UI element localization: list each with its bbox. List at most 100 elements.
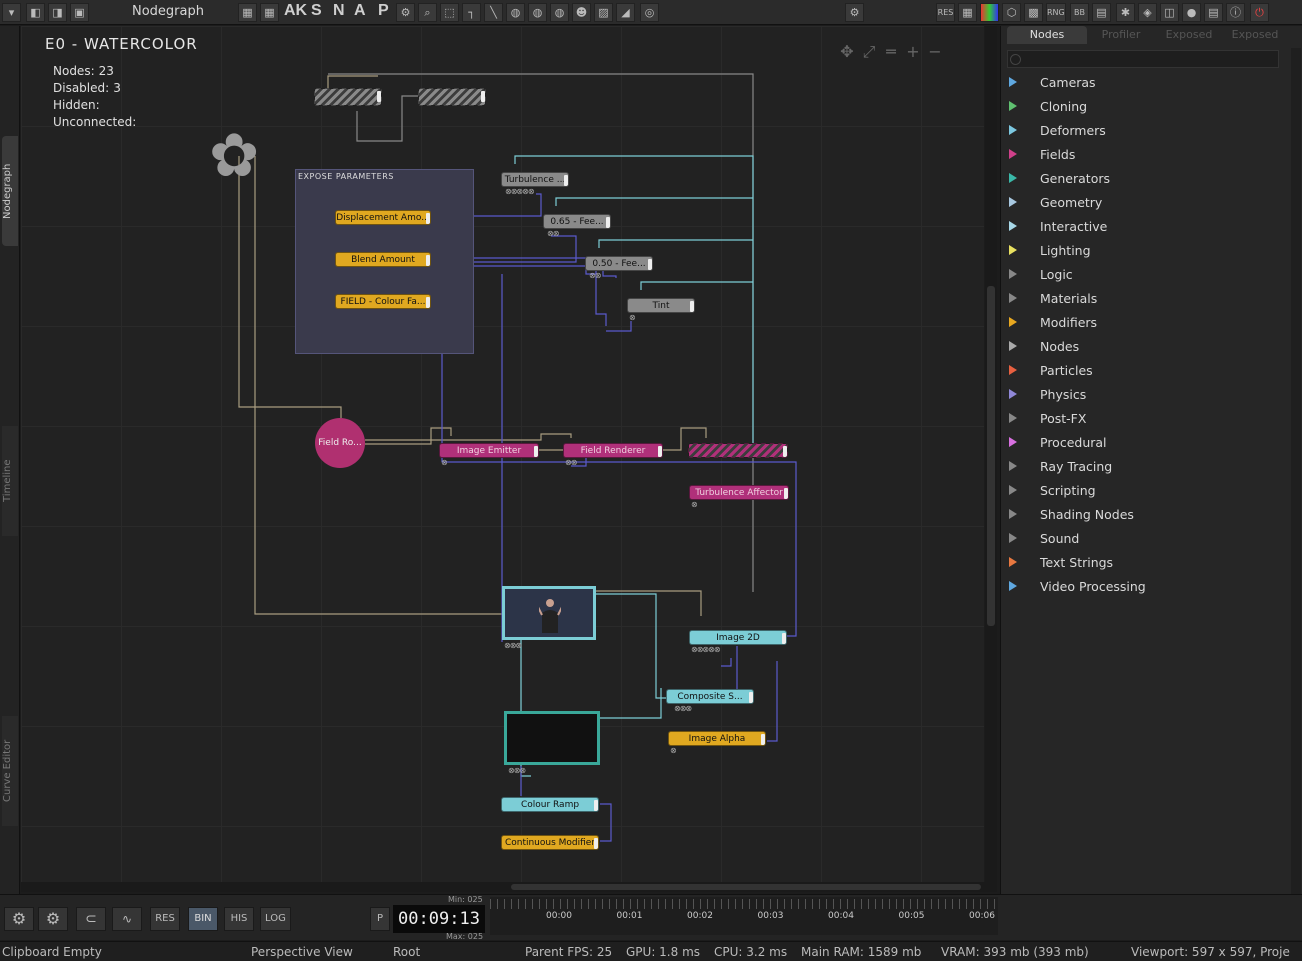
grid-icon[interactable]: ▦: [238, 3, 257, 22]
align-icon[interactable]: ═: [881, 42, 901, 61]
node-image-alpha[interactable]: Image Alpha: [668, 731, 766, 746]
toolbar-letter-s[interactable]: S: [311, 2, 322, 20]
root-gear-icon[interactable]: ✿: [209, 126, 259, 186]
category-cloning[interactable]: Cloning: [1001, 96, 1291, 118]
node-turbulence[interactable]: Turbulence ...: [501, 172, 569, 187]
scroll-thumb[interactable]: [511, 884, 981, 890]
expand-triangle-icon[interactable]: [1009, 125, 1017, 135]
lasso-icon[interactable]: ⌕: [418, 3, 437, 22]
tab-profiler[interactable]: Profiler: [1089, 26, 1153, 44]
toolbar-letter-n[interactable]: N: [333, 2, 345, 20]
advanced-settings-icon[interactable]: ⚙: [38, 907, 68, 931]
node-field-colour[interactable]: FIELD - Colour Fa...: [335, 294, 431, 309]
target-icon[interactable]: ◎: [640, 3, 659, 22]
waveform-icon[interactable]: ∿: [112, 907, 142, 931]
expand-triangle-icon[interactable]: [1009, 461, 1017, 471]
gear-icon[interactable]: ⚙: [396, 3, 415, 22]
colour-icon[interactable]: [980, 3, 999, 22]
category-procedural[interactable]: Procedural: [1001, 432, 1291, 454]
expand-triangle-icon[interactable]: [1009, 581, 1017, 591]
node-composite[interactable]: Composite S...: [666, 689, 754, 704]
res-bottom-button[interactable]: RES: [150, 907, 180, 931]
tab-nodegraph[interactable]: Nodegraph: [2, 136, 18, 246]
node-image-2d[interactable]: Image 2D: [689, 630, 787, 645]
node-video-thumbnail[interactable]: [502, 586, 596, 640]
node-tint[interactable]: Tint: [627, 298, 695, 313]
expand-triangle-icon[interactable]: [1009, 557, 1017, 567]
bb-button[interactable]: BB: [1070, 3, 1089, 22]
node-field-renderer[interactable]: Field Renderer: [563, 443, 663, 458]
node-blend-amount[interactable]: Blend Amount: [335, 252, 431, 267]
node-continuous-modifier[interactable]: Continuous Modifier: [501, 835, 599, 850]
box-icon[interactable]: ◈: [1138, 3, 1157, 22]
tab-nodes[interactable]: Nodes: [1007, 26, 1087, 44]
scroll-thumb[interactable]: [987, 286, 995, 626]
category-video-processing[interactable]: Video Processing: [1001, 576, 1291, 598]
node-field-ro[interactable]: Field Ro...: [315, 418, 365, 468]
play-button[interactable]: P: [370, 907, 390, 931]
disabled-pink-node[interactable]: [688, 443, 788, 458]
time-display[interactable]: 00:09:13: [393, 905, 485, 933]
hatch-icon[interactable]: ▨: [594, 3, 613, 22]
edit-icon[interactable]: ◢: [616, 3, 635, 22]
node-feedback-050[interactable]: 0.50 - Fee...: [585, 256, 653, 271]
expand-triangle-icon[interactable]: [1009, 437, 1017, 447]
expand-triangle-icon[interactable]: [1009, 197, 1017, 207]
tab-timeline[interactable]: Timeline: [2, 426, 18, 536]
his-button[interactable]: HIS: [224, 907, 254, 931]
category-generators[interactable]: Generators: [1001, 168, 1291, 190]
power-icon[interactable]: ⏻: [1250, 3, 1269, 22]
category-ray-tracing[interactable]: Ray Tracing: [1001, 456, 1291, 478]
category-logic[interactable]: Logic: [1001, 264, 1291, 286]
disabled-node[interactable]: [314, 88, 382, 106]
bin-icon[interactable]: ▤: [1092, 3, 1111, 22]
toolbar-letter-a[interactable]: A: [354, 2, 366, 20]
out-icon[interactable]: ◍: [528, 3, 547, 22]
expand-triangle-icon[interactable]: [1009, 365, 1017, 375]
in-icon[interactable]: ◍: [506, 3, 525, 22]
tab-curve-editor[interactable]: Curve Editor: [2, 716, 18, 826]
expand-triangle-icon[interactable]: [1009, 485, 1017, 495]
toolbar-letter-p[interactable]: P: [378, 2, 389, 20]
rng-button[interactable]: RNG: [1046, 3, 1066, 22]
expand-triangle-icon[interactable]: [1009, 293, 1017, 303]
sphere-icon[interactable]: ●: [1182, 3, 1201, 22]
expand-triangle-icon[interactable]: [1009, 533, 1017, 543]
settings-gear-icon[interactable]: ⚙: [845, 3, 864, 22]
exp-icon[interactable]: ◍: [550, 3, 569, 22]
expand-triangle-icon[interactable]: [1009, 149, 1017, 159]
expand-triangle-icon[interactable]: [1009, 389, 1017, 399]
node-displacement-amount[interactable]: Displacement Amo...: [335, 210, 431, 225]
person-icon[interactable]: ☻: [572, 3, 591, 22]
expand-triangle-icon[interactable]: [1009, 77, 1017, 87]
zoom-in-icon[interactable]: +: [903, 42, 923, 61]
category-post-fx[interactable]: Post-FX: [1001, 408, 1291, 430]
info-icon[interactable]: ⓘ: [1226, 3, 1245, 22]
layout3-icon[interactable]: ▣: [70, 3, 89, 22]
expand-triangle-icon[interactable]: [1009, 509, 1017, 519]
category-shading-nodes[interactable]: Shading Nodes: [1001, 504, 1291, 526]
select-icon[interactable]: ⬚: [440, 3, 459, 22]
bin-button[interactable]: BIN: [188, 907, 218, 931]
category-text-strings[interactable]: Text Strings: [1001, 552, 1291, 574]
category-particles[interactable]: Particles: [1001, 360, 1291, 382]
settings-icon[interactable]: ⚙: [4, 907, 34, 931]
mesh-icon[interactable]: ▩: [1024, 3, 1043, 22]
grid3-icon[interactable]: ▦: [958, 3, 977, 22]
expand-triangle-icon[interactable]: [1009, 269, 1017, 279]
toolbar-letter-ak[interactable]: AK: [284, 2, 307, 20]
wire-icon[interactable]: ┐: [462, 3, 481, 22]
expand-triangle-icon[interactable]: [1009, 317, 1017, 327]
canvas-horizontal-scrollbar[interactable]: [21, 882, 997, 892]
line-icon[interactable]: ╲: [484, 3, 503, 22]
expand-triangle-icon[interactable]: [1009, 221, 1017, 231]
zoom-out-icon[interactable]: −: [925, 42, 945, 61]
category-fields[interactable]: Fields: [1001, 144, 1291, 166]
expand-triangle-icon[interactable]: [1009, 101, 1017, 111]
cube-icon[interactable]: ⬡: [1002, 3, 1021, 22]
expand-triangle-icon[interactable]: [1009, 245, 1017, 255]
category-sound[interactable]: Sound: [1001, 528, 1291, 550]
expand-triangle-icon[interactable]: [1009, 173, 1017, 183]
expand-triangle-icon[interactable]: [1009, 413, 1017, 423]
node-feedback-065[interactable]: 0.65 - Fee...: [543, 214, 611, 229]
